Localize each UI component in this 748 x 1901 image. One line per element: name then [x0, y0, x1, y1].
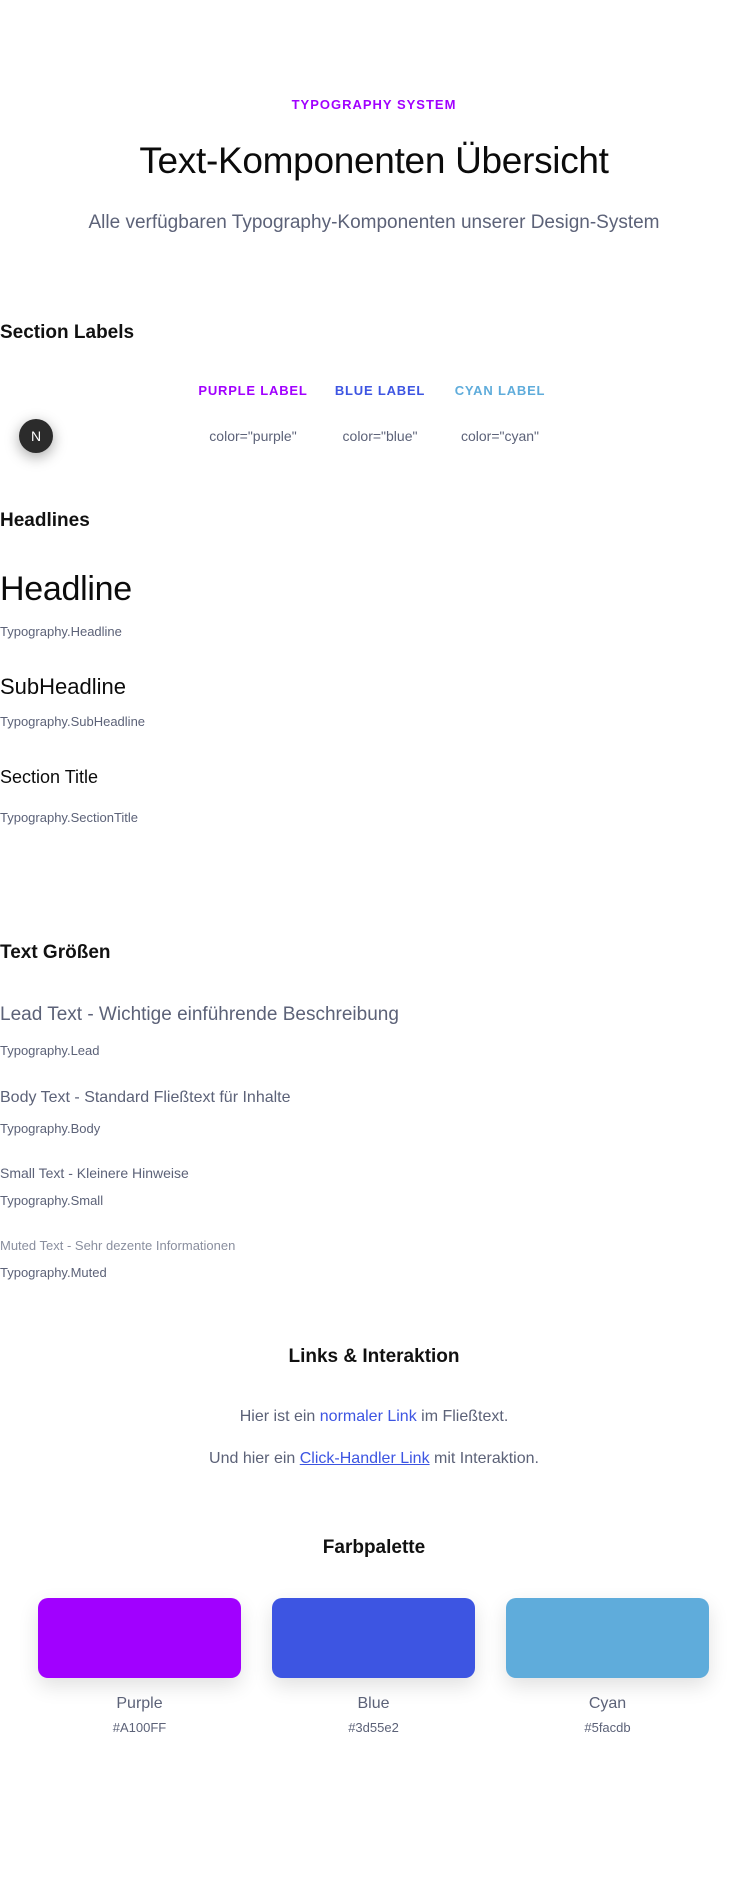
normal-link[interactable]: normaler Link — [320, 1408, 417, 1425]
next-badge-letter: N — [30, 428, 42, 444]
page-subtitle: Alle verfügbaren Typography-Komponenten … — [88, 212, 660, 233]
purple-swatch — [38, 1598, 241, 1678]
cyan-label-example: CYAN LABEL color="cyan" — [430, 383, 570, 444]
body-text-sample: Body Text - Standard Fließtext für Inhal… — [0, 1089, 291, 1106]
click-handler-link[interactable]: Click-Handler Link — [300, 1450, 430, 1467]
section-title-component-name: Typography.SectionTitle — [0, 810, 139, 825]
purple-swatch-name: Purple — [116, 1695, 163, 1712]
next-dev-badge[interactable]: N — [19, 419, 53, 453]
cyan-label: CYAN LABEL — [454, 383, 546, 398]
muted-component-name: Typography.Muted — [0, 1265, 107, 1280]
purple-label-code: color="purple" — [209, 428, 297, 444]
small-text-sample: Small Text - Kleinere Hinweise — [0, 1165, 189, 1181]
subheadline-component-name: Typography.SubHeadline — [0, 714, 146, 729]
body-component-name: Typography.Body — [0, 1121, 101, 1136]
palette-heading: Farbpalette — [322, 1537, 426, 1558]
small-component-name: Typography.Small — [0, 1193, 104, 1208]
purple-swatch-hex: #A100FF — [112, 1720, 167, 1735]
headline-component-name: Typography.Headline — [0, 624, 122, 639]
purple-label: PURPLE LABEL — [198, 383, 308, 398]
link-paragraph-1: Hier ist ein normaler Link im Fließtext. — [239, 1408, 509, 1425]
section-labels-heading: Section Labels — [0, 322, 135, 343]
cyan-swatch — [506, 1598, 709, 1678]
subheadline-sample: SubHeadline — [0, 674, 126, 699]
lead-text-sample: Lead Text - Wichtige einführende Beschre… — [0, 1004, 399, 1025]
blue-label: BLUE LABEL — [334, 383, 426, 398]
blue-swatch — [272, 1598, 475, 1678]
headline-sample: Headline — [0, 570, 132, 608]
link-paragraph-2: Und hier ein Click-Handler Link mit Inte… — [209, 1450, 539, 1467]
headlines-heading: Headlines — [0, 510, 90, 531]
cyan-swatch-hex: #5facdb — [584, 1720, 631, 1735]
blue-swatch-hex: #3d55e2 — [348, 1720, 399, 1735]
section-title-sample: Section Title — [0, 767, 99, 787]
purple-label-example: PURPLE LABEL color="purple" — [183, 383, 323, 444]
blue-label-example: BLUE LABEL color="blue" — [310, 383, 450, 444]
links-heading: Links & Interaktion — [288, 1346, 460, 1367]
cyan-swatch-name: Cyan — [588, 1695, 627, 1712]
text-sizes-heading: Text Größen — [0, 942, 111, 963]
page-title: Text-Komponenten Übersicht — [139, 140, 609, 181]
lead-component-name: Typography.Lead — [0, 1043, 100, 1058]
muted-text-sample: Muted Text - Sehr dezente Informationen — [0, 1238, 236, 1253]
typography-system-label: TYPOGRAPHY SYSTEM — [291, 97, 457, 112]
blue-swatch-name: Blue — [357, 1695, 390, 1712]
cyan-label-code: color="cyan" — [460, 428, 540, 444]
blue-label-code: color="blue" — [342, 428, 418, 444]
